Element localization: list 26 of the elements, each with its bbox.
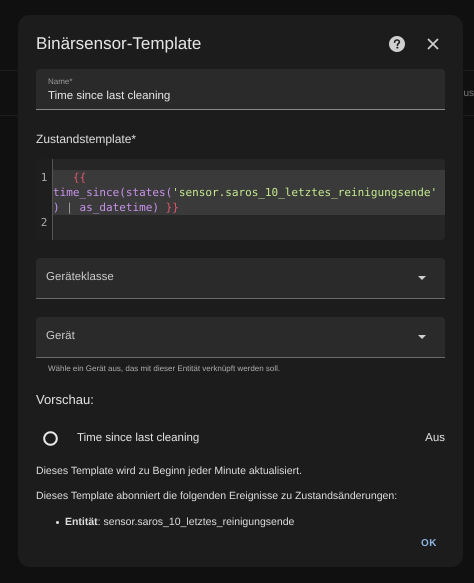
section-label: Vorschau: [36,391,95,409]
info-text: Dieses Template wird zu Beginn jeder Minute aktualisiert. [36,464,303,478]
select-field[interactable]: Gerät [36,317,445,358]
entity-state: Aus [425,430,445,446]
field-label: Name* [48,77,74,87]
helper-text: Wähle ein Gerät aus, das mit dieser Entität verknüpft werden soll. [48,363,282,375]
name-field[interactable]: Name* Time since last cleaning [36,69,445,110]
section-label: Zustandstemplate* [36,131,138,148]
line-number: 2 [40,215,48,230]
field-value: Time since last cleaning [48,89,172,104]
dropdown-arrow-icon [418,276,426,280]
bullet-icon [56,521,59,524]
help-icon[interactable] [389,36,405,52]
dialog-title: Binärsensor-Template [36,33,202,56]
code-line: {{ time_since(states('sensor.saros_10_letztes_reinigungsende' ) | as_datetime) }} [53,171,438,214]
dropdown-arrow-icon [418,335,426,339]
info-text: Dieses Template abonniert die folgenden Ereignisse zu Zustandsänderungen: [36,489,398,504]
entity-name: Time since last cleaning [77,430,200,446]
code-editor[interactable]: 1 2 {{ time_since(states('sensor.saros_10_letztes_reinigungsende' ) | as_datetime) }} [36,159,445,240]
circle-icon [43,431,58,446]
background-text: us [463,87,474,101]
event-item: Entität: sensor.saros_10_letztes_reinigungsende [65,515,294,530]
line-number: 1 [40,170,48,186]
select-field[interactable]: Geräteklasse [36,258,445,299]
ok-button[interactable]: OK [413,532,445,555]
close-icon[interactable] [427,38,439,50]
